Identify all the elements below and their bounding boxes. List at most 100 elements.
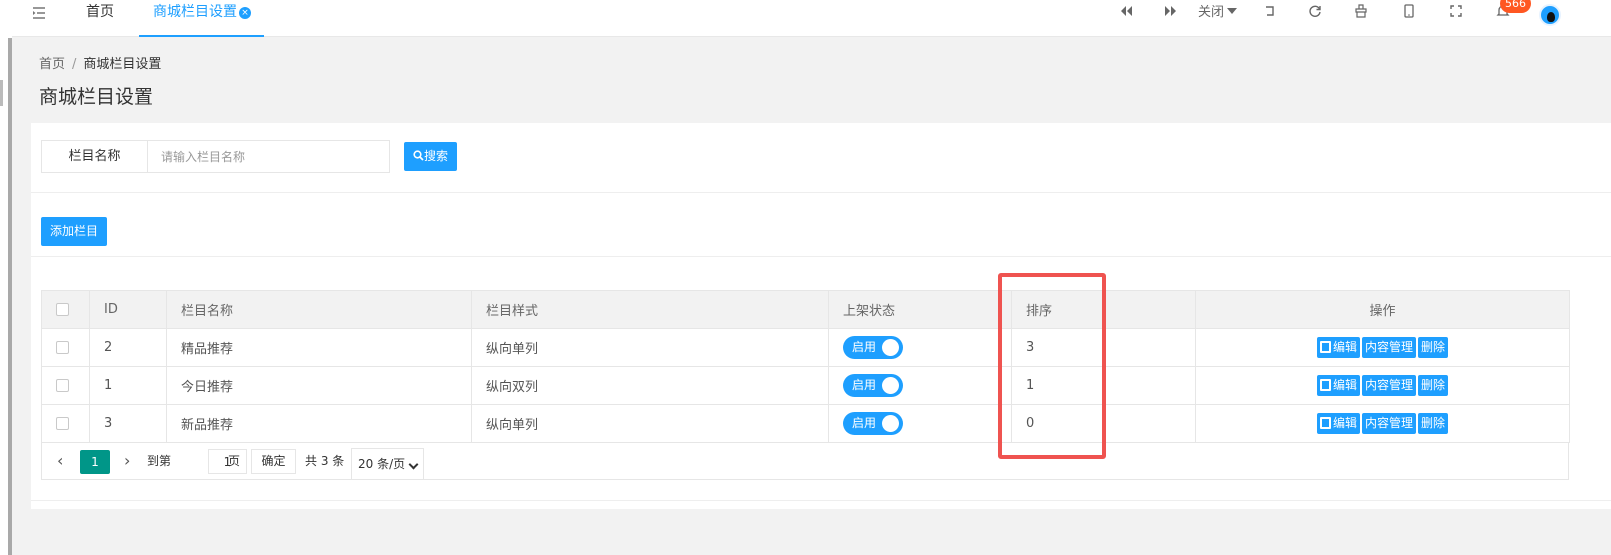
table-row: 2 精品推荐 纵向单列 启用 3 编辑 内容管理 删除 [41,328,1570,367]
edit-button[interactable]: 编辑 [1316,413,1360,434]
status-toggle[interactable]: 启用 [843,412,903,435]
user-avatar[interactable] [1539,4,1561,26]
search-button[interactable]: 搜索 [404,142,458,171]
pagination: ‹ 1 › 到第 确定 共 3 条 20 条/页 [41,442,1569,480]
sidebar-scroll-marker [0,80,3,106]
edit-icon [1319,379,1331,391]
search-form: 栏目名称 [41,140,390,173]
status-toggle-label: 启用 [852,340,877,354]
back-icon[interactable] [1263,4,1277,22]
total-count: 共 3 条 [305,454,345,468]
row-checkbox[interactable] [56,341,69,354]
sort-column-highlight [998,273,1106,459]
edit-button[interactable]: 编辑 [1316,375,1360,396]
add-column-button[interactable]: 添加栏目 [41,217,108,246]
column-table: ID 栏目名称 栏目样式 上架状态 排序 操作 2 精品推荐 纵向单列 启用 3 [41,290,1570,443]
delete-button[interactable]: 删除 [1418,337,1449,358]
chevron-down-icon [1227,8,1238,14]
tab-active-label: 商城栏目设置 [153,4,237,20]
mobile-icon[interactable] [1402,4,1416,22]
current-page[interactable]: 1 [80,450,110,474]
breadcrumb-separator: / [72,57,77,72]
cell-status: 启用 [828,366,1012,405]
cell-name: 今日推荐 [166,366,472,405]
chevron-down-icon [408,459,419,470]
column-header-id[interactable]: ID [89,290,167,329]
status-toggle[interactable]: 启用 [843,374,903,397]
next-page-button[interactable]: › [124,442,130,480]
cell-actions: 编辑 内容管理 删除 [1195,404,1570,443]
toggle-knob [882,415,899,432]
cell-style: 纵向单列 [471,328,829,367]
refresh-icon[interactable] [1308,4,1322,22]
column-header-name[interactable]: 栏目名称 [166,290,472,329]
menu-fold-icon[interactable] [32,6,46,20]
breadcrumb: 首页 / 商城栏目设置 [39,53,161,72]
top-header: 首页 商城栏目设置 × 关闭 566 [12,0,1611,37]
cell-id: 1 [89,366,167,405]
delete-button[interactable]: 删除 [1418,413,1449,434]
tab-home[interactable]: 首页 [86,0,114,37]
search-input[interactable] [149,141,389,172]
page-unit-label: 页 [228,454,241,468]
cell-name: 新品推荐 [166,404,472,443]
edit-button-label: 编辑 [1332,378,1357,392]
tabs-next-icon[interactable] [1164,4,1178,22]
goto-label: 到第 [147,454,172,468]
status-toggle-label: 启用 [852,416,877,430]
content-manage-button[interactable]: 内容管理 [1361,375,1416,396]
main-card: 栏目名称 搜索 添加栏目 ID 栏目名称 栏目样式 上架状态 排序 操作 [31,123,1611,509]
cell-id: 3 [89,404,167,443]
cell-status: 启用 [828,404,1012,443]
table-row: 3 新品推荐 纵向单列 启用 0 编辑 内容管理 删除 [41,404,1570,443]
breadcrumb-home[interactable]: 首页 [39,57,65,72]
breadcrumb-current: 商城栏目设置 [83,57,162,72]
cell-actions: 编辑 内容管理 删除 [1195,366,1570,405]
toggle-knob [882,339,899,356]
row-checkbox-cell [41,328,90,367]
search-button-label: 搜索 [424,149,449,163]
select-all-checkbox[interactable] [56,303,69,316]
row-checkbox[interactable] [56,379,69,392]
edit-button[interactable]: 编辑 [1316,337,1360,358]
toggle-knob [882,377,899,394]
tab-close-icon[interactable]: × [239,7,251,19]
edit-icon [1319,341,1331,353]
close-tabs-dropdown[interactable]: 关闭 [1198,4,1238,22]
prev-page-button[interactable]: ‹ [57,442,63,480]
cell-id: 2 [89,328,167,367]
tab-home-label: 首页 [86,4,114,20]
divider [31,500,1611,501]
divider [31,192,1611,193]
content-manage-button[interactable]: 内容管理 [1361,413,1416,434]
page-title: 商城栏目设置 [39,86,154,108]
cell-style: 纵向双列 [471,366,829,405]
notification-badge[interactable]: 566 [1500,0,1531,13]
cell-actions: 编辑 内容管理 删除 [1195,328,1570,367]
status-toggle-label: 启用 [852,378,877,392]
tabs-prev-icon[interactable] [1119,4,1133,22]
delete-button[interactable]: 删除 [1418,375,1449,396]
goto-confirm-button[interactable]: 确定 [251,449,296,474]
column-header-style[interactable]: 栏目样式 [471,290,829,329]
table-header-row: ID 栏目名称 栏目样式 上架状态 排序 操作 [41,290,1570,329]
column-header-status[interactable]: 上架状态 [828,290,1012,329]
page-size-select[interactable]: 20 条/页 [351,448,424,480]
edit-button-label: 编辑 [1332,340,1357,354]
clear-cache-icon[interactable] [1354,4,1368,22]
sidebar-scrollbar[interactable] [8,38,12,555]
content-manage-button[interactable]: 内容管理 [1361,337,1416,358]
left-sidebar-edge [0,0,12,555]
header-checkbox-cell [41,290,90,329]
divider [31,256,1611,257]
search-icon [413,150,424,161]
status-toggle[interactable]: 启用 [843,336,903,359]
fullscreen-icon[interactable] [1449,4,1463,22]
edit-button-label: 编辑 [1332,416,1357,430]
tab-mall-column-settings[interactable]: 商城栏目设置 × [139,0,264,37]
search-label: 栏目名称 [42,141,148,172]
row-checkbox-cell [41,366,90,405]
row-checkbox[interactable] [56,417,69,430]
close-tabs-label: 关闭 [1198,5,1225,20]
cell-name: 精品推荐 [166,328,472,367]
